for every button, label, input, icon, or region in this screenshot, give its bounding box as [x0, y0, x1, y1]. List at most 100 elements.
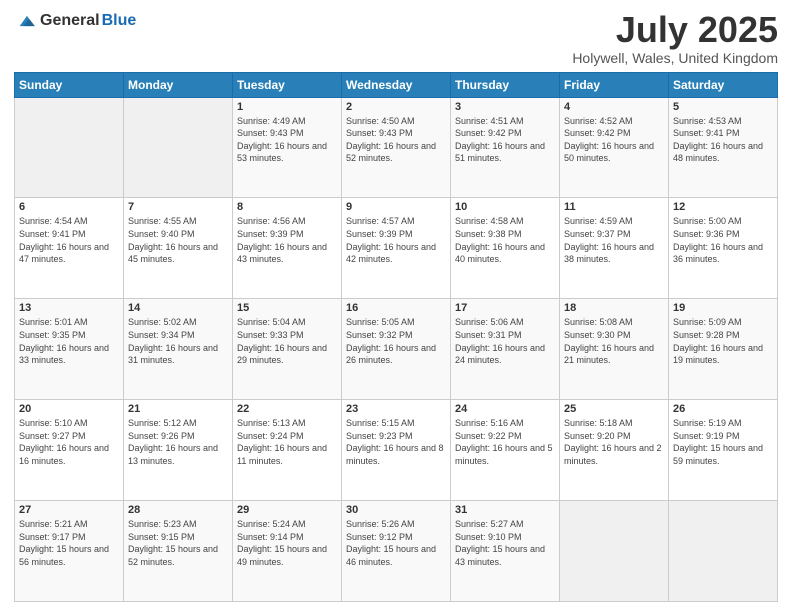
day-info: Sunrise: 5:10 AM Sunset: 9:27 PM Dayligh… [19, 417, 119, 467]
day-number: 28 [128, 504, 228, 516]
day-number: 17 [455, 302, 555, 314]
table-row: 19 Sunrise: 5:09 AM Sunset: 9:28 PM Dayli… [669, 299, 778, 400]
table-row [15, 97, 124, 198]
col-thursday: Thursday [451, 72, 560, 97]
day-number: 11 [564, 201, 664, 213]
day-number: 20 [19, 403, 119, 415]
table-row [669, 501, 778, 602]
day-number: 18 [564, 302, 664, 314]
table-row: 2Sunrise: 4:50 AM Sunset: 9:43 PM Daylig… [342, 97, 451, 198]
day-number: 5 [673, 101, 773, 113]
col-friday: Friday [560, 72, 669, 97]
day-number: 16 [346, 302, 446, 314]
table-row: 3 Sunrise: 4:51 AM Sunset: 9:42 PM Daylig… [451, 97, 560, 198]
table-row [560, 501, 669, 602]
col-wednesday: Wednesday [342, 72, 451, 97]
day-info: Sunrise: 4:58 AM Sunset: 9:38 PM Dayligh… [455, 215, 555, 265]
day-number: 6 [19, 201, 119, 213]
day-info: Sunrise: 5:08 AM Sunset: 9:30 PM Dayligh… [564, 316, 664, 366]
logo: General Blue [14, 10, 136, 32]
table-row: 26 Sunrise: 5:19 AM Sunset: 9:19 PM Dayli… [669, 400, 778, 501]
logo-general: General [40, 12, 100, 30]
day-number: 30 [346, 504, 446, 516]
day-number: 29 [237, 504, 337, 516]
table-row: 18 Sunrise: 5:08 AM Sunset: 9:30 PM Dayli… [560, 299, 669, 400]
day-info: Sunrise: 5:02 AM Sunset: 9:34 PM Dayligh… [128, 316, 228, 366]
header: General Blue July 2025 Holywell, Wales, … [14, 10, 778, 66]
day-info: Sunrise: 4:53 AM Sunset: 9:41 PM Dayligh… [673, 115, 773, 165]
day-number: 12 [673, 201, 773, 213]
day-number: 7 [128, 201, 228, 213]
day-info: Sunrise: 5:26 AM Sunset: 9:12 PM Dayligh… [346, 518, 446, 568]
day-number: 3 [455, 101, 555, 113]
day-number: 23 [346, 403, 446, 415]
day-info: Sunrise: 4:51 AM Sunset: 9:42 PM Dayligh… [455, 115, 555, 165]
day-number: 19 [673, 302, 773, 314]
calendar-header-row: Sunday Monday Tuesday Wednesday Thursday… [15, 72, 778, 97]
day-info: Sunrise: 5:24 AM Sunset: 9:14 PM Dayligh… [237, 518, 337, 568]
day-info: Sunrise: 5:21 AM Sunset: 9:17 PM Dayligh… [19, 518, 119, 568]
day-info: Sunrise: 5:13 AM Sunset: 9:24 PM Dayligh… [237, 417, 337, 467]
col-sunday: Sunday [15, 72, 124, 97]
table-row: 20 Sunrise: 5:10 AM Sunset: 9:27 PM Dayli… [15, 400, 124, 501]
table-row: 7 Sunrise: 4:55 AM Sunset: 9:40 PM Daylig… [124, 198, 233, 299]
page: General Blue July 2025 Holywell, Wales, … [0, 0, 792, 612]
day-number: 21 [128, 403, 228, 415]
day-info: Sunrise: 5:06 AM Sunset: 9:31 PM Dayligh… [455, 316, 555, 366]
calendar-table: Sunday Monday Tuesday Wednesday Thursday… [14, 72, 778, 602]
table-row: 22 Sunrise: 5:13 AM Sunset: 9:24 PM Dayli… [233, 400, 342, 501]
day-number: 9 [346, 201, 446, 213]
calendar-week-row: 1Sunrise: 4:49 AM Sunset: 9:43 PM Daylig… [15, 97, 778, 198]
day-number: 26 [673, 403, 773, 415]
day-info: Sunrise: 5:01 AM Sunset: 9:35 PM Dayligh… [19, 316, 119, 366]
table-row [124, 97, 233, 198]
day-number: 15 [237, 302, 337, 314]
day-number: 8 [237, 201, 337, 213]
day-info: Sunrise: 5:19 AM Sunset: 9:19 PM Dayligh… [673, 417, 773, 467]
table-row: 30 Sunrise: 5:26 AM Sunset: 9:12 PM Dayli… [342, 501, 451, 602]
table-row: 28Sunrise: 5:23 AM Sunset: 9:15 PM Dayli… [124, 501, 233, 602]
table-row: 29 Sunrise: 5:24 AM Sunset: 9:14 PM Dayli… [233, 501, 342, 602]
col-tuesday: Tuesday [233, 72, 342, 97]
table-row: 8 Sunrise: 4:56 AM Sunset: 9:39 PM Daylig… [233, 198, 342, 299]
day-info: Sunrise: 4:54 AM Sunset: 9:41 PM Dayligh… [19, 215, 119, 265]
day-info: Sunrise: 5:18 AM Sunset: 9:20 PM Dayligh… [564, 417, 664, 467]
day-number: 13 [19, 302, 119, 314]
day-info: Sunrise: 4:55 AM Sunset: 9:40 PM Dayligh… [128, 215, 228, 265]
calendar-week-row: 20 Sunrise: 5:10 AM Sunset: 9:27 PM Dayli… [15, 400, 778, 501]
day-number: 25 [564, 403, 664, 415]
day-info: Sunrise: 4:57 AM Sunset: 9:39 PM Dayligh… [346, 215, 446, 265]
calendar-week-row: 6 Sunrise: 4:54 AM Sunset: 9:41 PM Daylig… [15, 198, 778, 299]
table-row: 4Sunrise: 4:52 AM Sunset: 9:42 PM Daylig… [560, 97, 669, 198]
logo-icon [16, 10, 38, 32]
table-row: 1Sunrise: 4:49 AM Sunset: 9:43 PM Daylig… [233, 97, 342, 198]
table-row: 6 Sunrise: 4:54 AM Sunset: 9:41 PM Daylig… [15, 198, 124, 299]
col-monday: Monday [124, 72, 233, 97]
table-row: 9 Sunrise: 4:57 AM Sunset: 9:39 PM Daylig… [342, 198, 451, 299]
day-info: Sunrise: 5:16 AM Sunset: 9:22 PM Dayligh… [455, 417, 555, 467]
title-block: July 2025 Holywell, Wales, United Kingdo… [572, 10, 778, 66]
table-row: 10 Sunrise: 4:58 AM Sunset: 9:38 PM Dayli… [451, 198, 560, 299]
day-info: Sunrise: 5:09 AM Sunset: 9:28 PM Dayligh… [673, 316, 773, 366]
table-row: 17 Sunrise: 5:06 AM Sunset: 9:31 PM Dayli… [451, 299, 560, 400]
day-info: Sunrise: 4:49 AM Sunset: 9:43 PM Dayligh… [237, 115, 337, 165]
calendar-week-row: 27Sunrise: 5:21 AM Sunset: 9:17 PM Dayli… [15, 501, 778, 602]
day-info: Sunrise: 4:52 AM Sunset: 9:42 PM Dayligh… [564, 115, 664, 165]
day-info: Sunrise: 5:00 AM Sunset: 9:36 PM Dayligh… [673, 215, 773, 265]
calendar-week-row: 13 Sunrise: 5:01 AM Sunset: 9:35 PM Dayli… [15, 299, 778, 400]
day-info: Sunrise: 5:12 AM Sunset: 9:26 PM Dayligh… [128, 417, 228, 467]
table-row: 16Sunrise: 5:05 AM Sunset: 9:32 PM Dayli… [342, 299, 451, 400]
day-number: 14 [128, 302, 228, 314]
col-saturday: Saturday [669, 72, 778, 97]
day-number: 31 [455, 504, 555, 516]
table-row: 13 Sunrise: 5:01 AM Sunset: 9:35 PM Dayli… [15, 299, 124, 400]
day-number: 10 [455, 201, 555, 213]
day-info: Sunrise: 4:59 AM Sunset: 9:37 PM Dayligh… [564, 215, 664, 265]
table-row: 5 Sunrise: 4:53 AM Sunset: 9:41 PM Daylig… [669, 97, 778, 198]
day-number: 22 [237, 403, 337, 415]
day-info: Sunrise: 4:56 AM Sunset: 9:39 PM Dayligh… [237, 215, 337, 265]
table-row: 27Sunrise: 5:21 AM Sunset: 9:17 PM Dayli… [15, 501, 124, 602]
table-row: 24Sunrise: 5:16 AM Sunset: 9:22 PM Dayli… [451, 400, 560, 501]
day-number: 2 [346, 101, 446, 113]
table-row: 25 Sunrise: 5:18 AM Sunset: 9:20 PM Dayli… [560, 400, 669, 501]
